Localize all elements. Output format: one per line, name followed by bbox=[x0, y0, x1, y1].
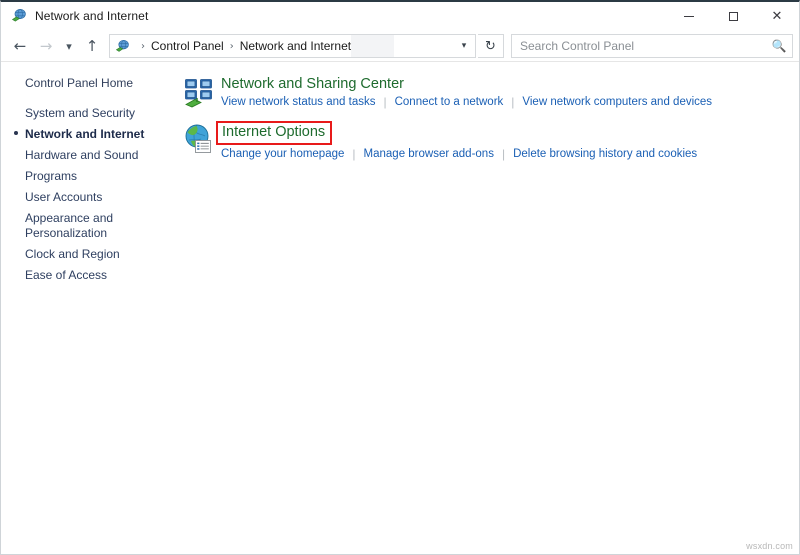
sidebar-item-network-and-internet[interactable]: Network and Internet bbox=[1, 124, 177, 145]
forward-arrow-icon: → bbox=[39, 37, 53, 55]
link-separator: | bbox=[352, 147, 356, 161]
sidebar-item-programs[interactable]: Programs bbox=[1, 166, 177, 187]
close-icon: ✕ bbox=[771, 8, 783, 24]
address-bar[interactable]: › Control Panel › Network and Internet ▾ bbox=[109, 34, 476, 58]
maximize-button[interactable] bbox=[711, 2, 755, 30]
sidebar-item-hardware-and-sound[interactable]: Hardware and Sound bbox=[1, 145, 177, 166]
minimize-icon bbox=[684, 15, 694, 17]
category-body: Internet Options Change your homepage | … bbox=[216, 121, 799, 162]
window-body: Control Panel Home System and Security N… bbox=[1, 62, 799, 554]
refresh-button[interactable]: ↻ bbox=[478, 34, 504, 58]
chevron-down-icon: ▾ bbox=[461, 41, 467, 51]
back-button[interactable]: ← bbox=[7, 33, 33, 59]
category-network-and-sharing-center: Network and Sharing Center View network … bbox=[183, 74, 799, 110]
recent-locations-button[interactable]: ▾ bbox=[59, 33, 79, 59]
search-icon: 🔍 bbox=[771, 39, 787, 53]
sidebar-item-control-panel-home[interactable]: Control Panel Home bbox=[1, 73, 177, 94]
link-delete-browsing-history-and-cookies[interactable]: Delete browsing history and cookies bbox=[513, 147, 697, 162]
title-bar: Network and Internet ✕ bbox=[1, 2, 799, 30]
address-dropdown-button[interactable]: ▾ bbox=[453, 41, 475, 51]
category-body: Network and Sharing Center View network … bbox=[221, 74, 799, 110]
search-box[interactable]: Search Control Panel 🔍 bbox=[511, 34, 793, 58]
category-sublinks: View network status and tasks | Connect … bbox=[221, 95, 799, 110]
close-button[interactable]: ✕ bbox=[755, 2, 799, 30]
internet-options-globe-icon bbox=[183, 123, 215, 155]
category-title-link[interactable]: Internet Options bbox=[216, 121, 333, 145]
sidebar-item-system-and-security[interactable]: System and Security bbox=[1, 103, 177, 124]
breadcrumb-item-control-panel[interactable]: Control Panel bbox=[151, 39, 224, 53]
network-globe-icon bbox=[11, 8, 27, 24]
network-computers-icon bbox=[183, 76, 215, 108]
breadcrumb-separator-1[interactable]: › bbox=[230, 41, 234, 52]
link-separator: | bbox=[501, 147, 506, 161]
link-separator: | bbox=[511, 95, 515, 109]
window-controls: ✕ bbox=[667, 2, 799, 30]
navigation-bar: ← → ▾ ↑ › Control Panel › Network and In… bbox=[1, 30, 799, 62]
sidebar-navigation: Control Panel Home System and Security N… bbox=[1, 62, 177, 554]
up-arrow-icon: ↑ bbox=[85, 37, 99, 55]
link-view-network-computers-and-devices[interactable]: View network computers and devices bbox=[522, 95, 712, 110]
control-panel-window: Network and Internet ✕ ← → ▾ ↑ › Control… bbox=[0, 0, 800, 555]
link-connect-to-a-network[interactable]: Connect to a network bbox=[395, 95, 504, 110]
search-input[interactable]: Search Control Panel bbox=[512, 39, 766, 53]
window-title: Network and Internet bbox=[35, 9, 149, 23]
link-manage-browser-add-ons[interactable]: Manage browser add-ons bbox=[364, 147, 494, 162]
chevron-down-icon: ▾ bbox=[66, 39, 72, 53]
up-button[interactable]: ↑ bbox=[79, 33, 105, 59]
breadcrumb-item-network-and-internet[interactable]: Network and Internet bbox=[240, 39, 351, 53]
address-bar-empty-space[interactable] bbox=[351, 35, 453, 57]
sidebar-item-clock-and-region[interactable]: Clock and Region bbox=[1, 244, 177, 265]
sidebar-item-ease-of-access[interactable]: Ease of Access bbox=[1, 265, 177, 286]
link-change-your-homepage[interactable]: Change your homepage bbox=[221, 147, 344, 162]
sidebar-item-user-accounts[interactable]: User Accounts bbox=[1, 187, 177, 208]
back-arrow-icon: ← bbox=[13, 37, 27, 55]
watermark: wsxdn.com bbox=[746, 541, 793, 551]
forward-button[interactable]: → bbox=[33, 33, 59, 59]
category-internet-options: Internet Options Change your homepage | … bbox=[183, 121, 799, 162]
minimize-button[interactable] bbox=[667, 2, 711, 30]
refresh-icon: ↻ bbox=[485, 38, 496, 54]
breadcrumb-network-globe-icon bbox=[115, 39, 130, 54]
sidebar-item-appearance-and-personalization[interactable]: Appearance and Personalization bbox=[1, 208, 121, 244]
category-sublinks: Change your homepage | Manage browser ad… bbox=[221, 147, 799, 162]
breadcrumb-separator-0[interactable]: › bbox=[141, 41, 145, 52]
maximize-icon bbox=[728, 11, 738, 21]
category-title-link[interactable]: Network and Sharing Center bbox=[221, 75, 404, 94]
link-separator: | bbox=[383, 95, 387, 109]
link-view-network-status-and-tasks[interactable]: View network status and tasks bbox=[221, 95, 375, 110]
main-content: Network and Sharing Center View network … bbox=[177, 62, 799, 554]
